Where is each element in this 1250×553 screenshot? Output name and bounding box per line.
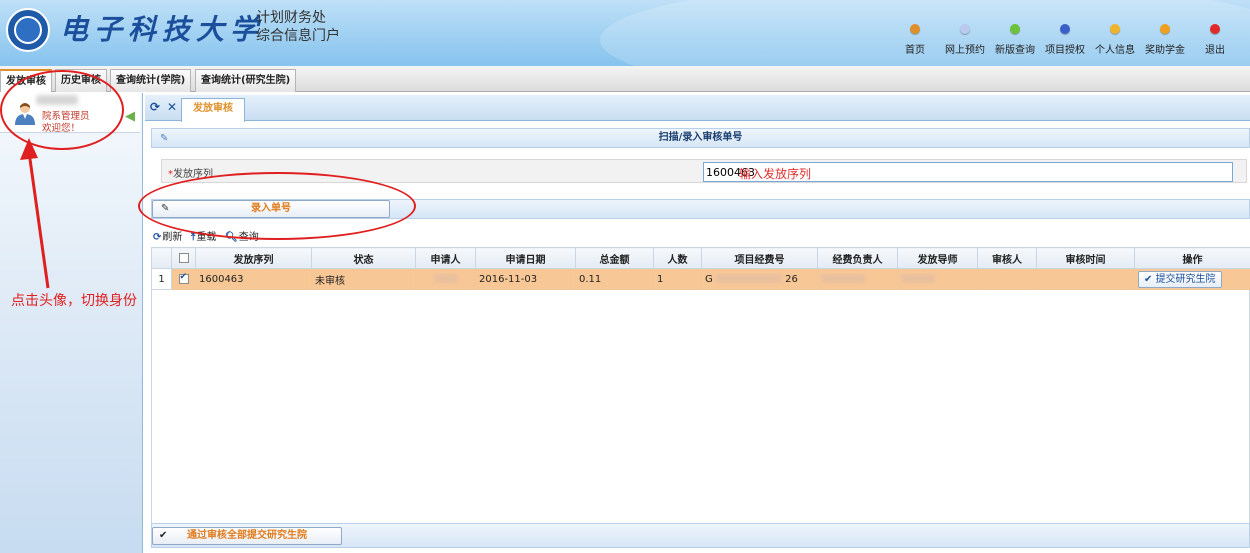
annotation-note: 点击头像，切换身份 [11,293,137,309]
annotation-arrow [20,138,50,289]
